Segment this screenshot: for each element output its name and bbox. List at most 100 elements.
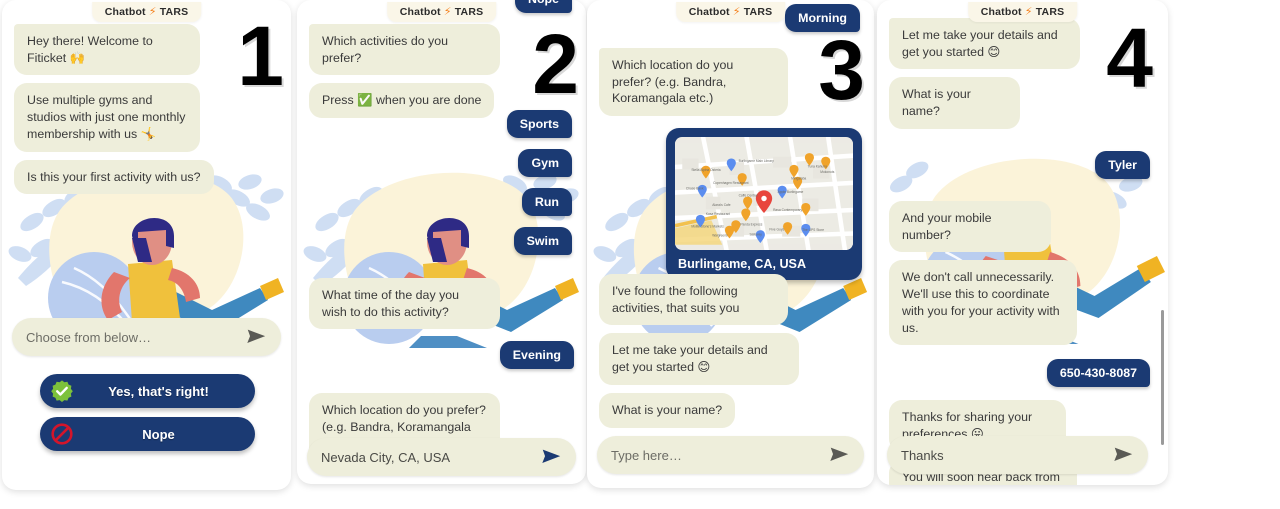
user-chip-gym[interactable]: Gym <box>518 149 572 177</box>
svg-text:Burlingame Main Library: Burlingame Main Library <box>739 159 775 163</box>
bot-message-bubble: What is your name? <box>889 77 1020 129</box>
user-chip-phone[interactable]: 650-430-8087 <box>1046 359 1150 388</box>
user-chip-run[interactable]: Run <box>521 188 572 216</box>
badge-right-label: TARS <box>1035 6 1065 18</box>
message-input[interactable]: Type here… <box>611 448 828 463</box>
chat-row-bot: I've found the following activities, tha… <box>599 274 862 326</box>
lightning-bolt-icon: ⚡ <box>732 6 741 18</box>
send-paper-plane-icon[interactable] <box>1112 444 1134 466</box>
bot-message-bubble: Which location do you prefer? (e.g. Band… <box>599 48 789 117</box>
location-map-card[interactable]: Burlingame Main Library Stella Alpina Os… <box>666 128 862 281</box>
svg-text:The UPS Store: The UPS Store <box>802 228 824 232</box>
user-chip-name[interactable]: Tyler <box>1095 150 1150 179</box>
badge-left-label: Chatbot <box>688 6 730 18</box>
chat-row-bot: Is this your first activity with us? <box>14 159 279 195</box>
bot-message-bubble: What is your name? <box>599 392 736 428</box>
svg-text:Mollie Stone's Markets: Mollie Stone's Markets <box>691 225 724 229</box>
chat-row-user-map: Burlingame Main Library Stella Alpina Os… <box>599 128 862 281</box>
choice-button-yes[interactable]: Yes, that's right! <box>40 374 255 408</box>
user-chip-nope[interactable]: Nope <box>515 0 572 13</box>
chat-row-user: Nope <box>515 0 572 13</box>
user-chip-swim[interactable]: Swim <box>513 227 572 255</box>
chat-row-user: Sports <box>506 110 572 138</box>
badge-left-label: Chatbot <box>104 6 146 18</box>
choice-button-nope[interactable]: Nope <box>40 417 255 451</box>
svg-text:Stella Alpina Osteria: Stella Alpina Osteria <box>691 168 720 172</box>
badge-left-label: Chatbot <box>399 6 441 18</box>
red-prohibited-icon <box>50 422 74 446</box>
chat-row-bot: And your mobile number? <box>889 200 1150 253</box>
send-paper-plane-icon[interactable] <box>245 326 267 348</box>
badge-left-label: Chatbot <box>980 6 1022 18</box>
message-input[interactable]: Nevada City, CA, USA <box>321 450 540 465</box>
message-input[interactable]: Choose from below… <box>26 330 245 345</box>
message-input[interactable]: Thanks <box>901 448 1112 463</box>
user-chip-evening[interactable]: Evening <box>499 341 574 370</box>
map-preview-image[interactable]: Burlingame Main Library Stella Alpina Os… <box>675 137 853 251</box>
bot-message-bubble: And your mobile number? <box>889 200 1051 253</box>
bot-message-bubble: Hey there! Welcome to Fiticket 🙌 <box>14 24 200 76</box>
bot-message-bubble: What time of the day you wish to do this… <box>309 278 500 330</box>
message-composer[interactable]: Nevada City, CA, USA <box>307 438 576 476</box>
svg-text:Mingalaba: Mingalaba <box>791 177 806 181</box>
chat-row-bot: What is your name? <box>599 392 862 428</box>
step-number-3: 3 <box>818 23 865 117</box>
svg-text:Five Guys: Five Guys <box>769 227 784 231</box>
chat-row-user: Run <box>507 188 572 216</box>
message-composer[interactable]: Choose from below… <box>12 318 281 356</box>
green-check-badge-icon <box>50 379 74 403</box>
message-composer[interactable]: Type here… <box>597 436 864 474</box>
quick-reply-choices: Yes, that's right! Nope <box>40 374 255 460</box>
bot-message-bubble: Which activities do you prefer? <box>309 24 500 76</box>
chatbot-header-badge: Chatbot ⚡ TARS <box>675 2 786 22</box>
send-paper-plane-icon[interactable] <box>828 444 850 466</box>
svg-text:Apple Burlingame: Apple Burlingame <box>778 190 804 194</box>
user-chip-morning[interactable]: Morning <box>785 4 860 32</box>
svg-text:Safeway: Safeway <box>749 233 762 237</box>
map-location-label: Burlingame, CA, USA <box>678 257 807 272</box>
chat-row-user: Morning <box>785 4 860 32</box>
bot-message-bubble: Let me take your details and get you sta… <box>599 333 799 385</box>
step-number-4: 4 <box>1106 11 1153 105</box>
lightning-bolt-icon: ⚡ <box>1024 6 1033 18</box>
svg-text:Walgreens: Walgreens <box>712 234 728 238</box>
choice-button-label: Nope <box>142 426 175 442</box>
bot-message-bubble: Press ✅ when you are done <box>309 83 495 119</box>
chat-panel-step-3: Chatbot ⚡ TARS 3 Morning Which location do… <box>587 0 874 488</box>
chat-panel-step-2: Chatbot⚡TARS 2 Nope Which activities do … <box>297 0 586 484</box>
lightning-bolt-icon: ⚡ <box>443 6 452 18</box>
bot-message-bubble: Is this your first activity with us? <box>14 159 214 195</box>
chat-panel-step-4: Chatbot ⚡ TARS 4 Let me take your details … <box>877 0 1168 485</box>
message-composer[interactable]: Thanks <box>887 436 1148 474</box>
send-paper-plane-icon[interactable] <box>540 446 562 468</box>
bot-message-bubble: We don't call unnecessarily. We'll use t… <box>889 260 1077 346</box>
chatbot-header-badge: Chatbot ⚡ TARS <box>91 2 202 22</box>
chat-row-user: Gym <box>507 149 572 177</box>
bot-message-bubble: Use multiple gyms and studios with just … <box>14 83 200 152</box>
chat-row-bot: What time of the day you wish to do this… <box>309 278 574 330</box>
activity-chip-group: Sports Gym Run Swim <box>506 110 572 263</box>
svg-text:Alana's Cafe: Alana's Cafe <box>712 203 731 207</box>
svg-text:Kasa Restaurant: Kasa Restaurant <box>706 212 730 216</box>
chat-row-bot: Let me take your details and get you sta… <box>599 333 862 385</box>
choice-button-label: Yes, that's right! <box>108 383 209 399</box>
chat-row-user: Evening <box>309 341 574 370</box>
bot-message-bubble: Let me take your details and get you sta… <box>889 18 1080 70</box>
bot-message-bubble: I've found the following activities, tha… <box>599 274 789 326</box>
step-number-1: 1 <box>237 9 284 103</box>
vertical-scrollbar[interactable] <box>1161 310 1164 445</box>
chatbot-header-badge: Chatbot ⚡ TARS <box>967 2 1078 22</box>
chat-row-bot: We don't call unnecessarily. We'll use t… <box>889 260 1150 346</box>
svg-text:Tuna Kahuna: Tuna Kahuna <box>808 165 828 169</box>
step-number-2: 2 <box>532 17 579 111</box>
badge-right-label: TARS <box>454 6 484 18</box>
badge-right-label: TARS <box>743 6 773 18</box>
screenshot-stage: Chatbot ⚡ TARS 1 Hey there! Welcome to Fit… <box>0 0 1280 509</box>
svg-text:Chase Bank: Chase Bank <box>686 187 704 191</box>
chat-row-user: Tyler <box>889 150 1150 179</box>
svg-text:Rasa Contemporary: Rasa Contemporary <box>773 208 802 212</box>
svg-text:Panda Express: Panda Express <box>740 223 762 227</box>
user-chip-sports[interactable]: Sports <box>506 110 572 138</box>
chatbot-header-badge: Chatbot ⚡ TARS <box>386 2 497 22</box>
chat-row-user: 650-430-8087 <box>889 359 1150 388</box>
